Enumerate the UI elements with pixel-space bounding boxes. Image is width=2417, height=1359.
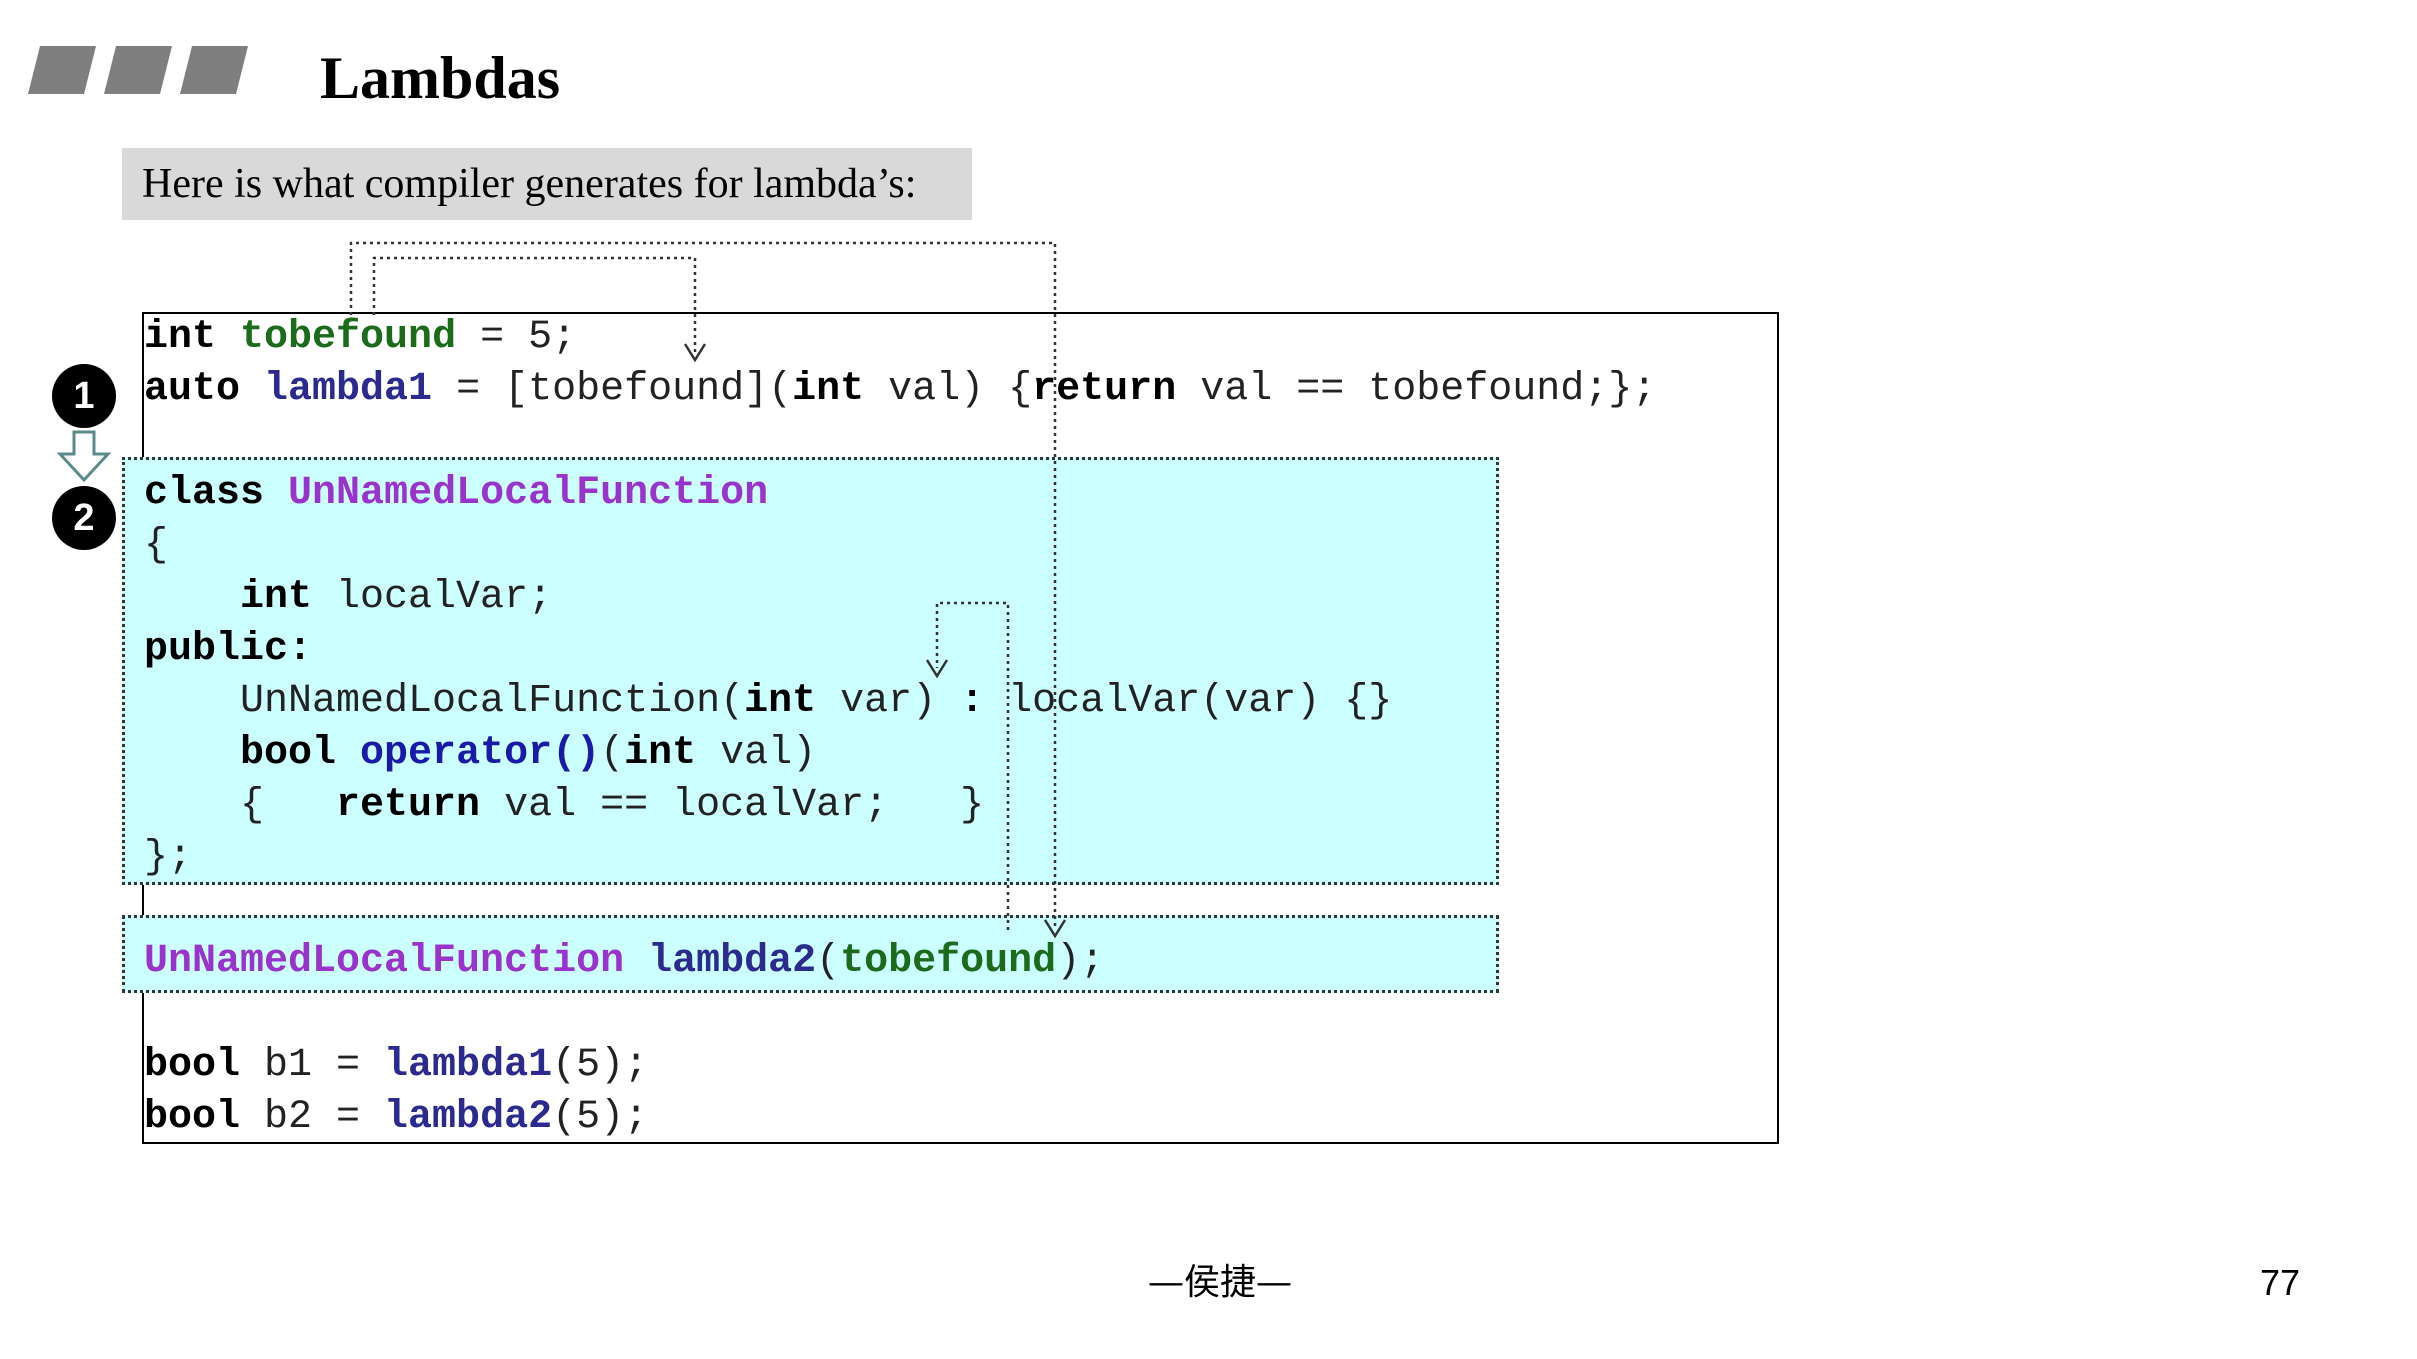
- page-number: 77: [2260, 1262, 2301, 1303]
- arrowhead-outer: [1043, 919, 1067, 939]
- connector-arrows: [349, 241, 1067, 939]
- footer-author: —侯捷—: [1147, 1262, 1292, 1303]
- capture-arrow-inner: [372, 256, 697, 352]
- ctor-arrow: [935, 601, 1010, 930]
